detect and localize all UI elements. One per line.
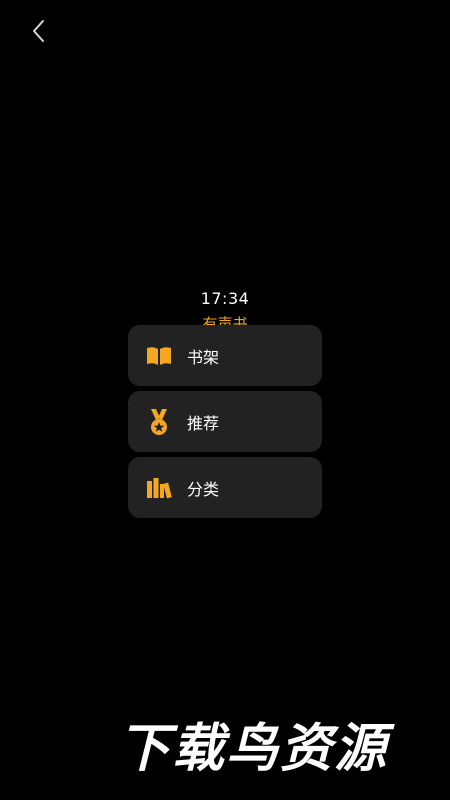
menu-item-recommend[interactable]: 推荐 bbox=[128, 391, 322, 452]
main-menu: 书架 推荐 分类 bbox=[128, 325, 322, 523]
back-button[interactable] bbox=[22, 14, 56, 48]
open-book-icon bbox=[145, 342, 173, 370]
category-books-icon bbox=[145, 474, 173, 502]
menu-item-bookshelf[interactable]: 书架 bbox=[128, 325, 322, 386]
menu-item-category[interactable]: 分类 bbox=[128, 457, 322, 518]
clock-time: 17:34 bbox=[200, 289, 250, 308]
menu-item-label: 分类 bbox=[187, 479, 220, 499]
medal-icon bbox=[145, 408, 173, 436]
chevron-left-icon bbox=[33, 20, 44, 42]
menu-item-label: 书架 bbox=[187, 347, 220, 367]
watermark-text: 下载鸟资源 bbox=[118, 718, 389, 779]
menu-item-label: 推荐 bbox=[187, 413, 220, 433]
